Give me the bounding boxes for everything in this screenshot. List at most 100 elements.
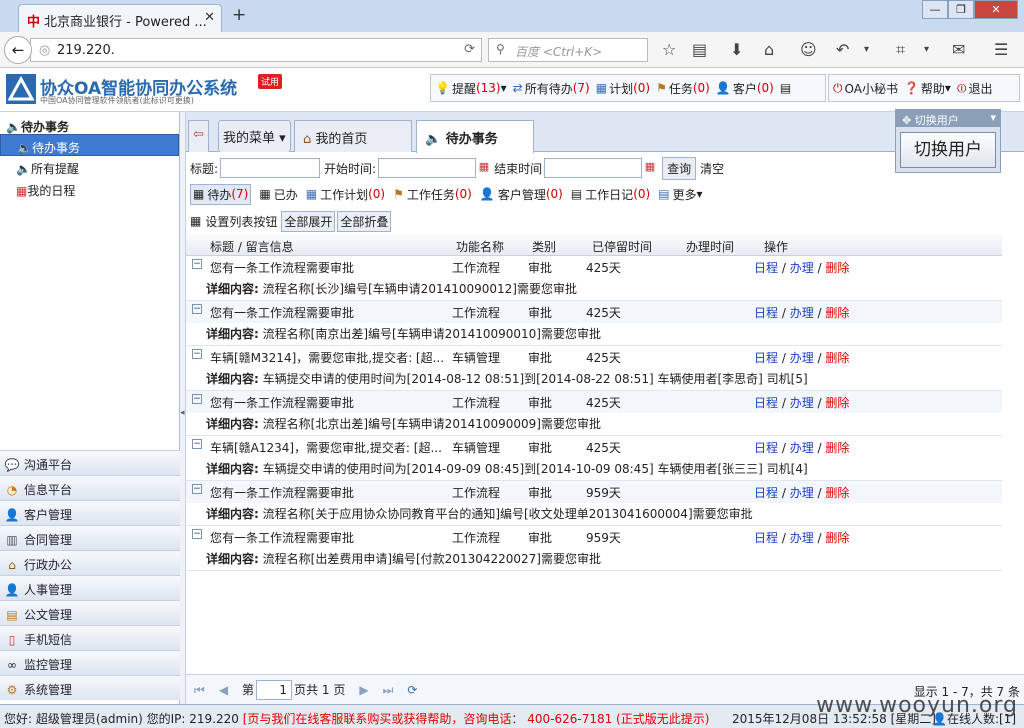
module-information[interactable]: ◔ 信息平台 (0, 475, 180, 500)
back-icon[interactable]: ← (4, 36, 32, 64)
delete-link[interactable]: 删除 (825, 531, 849, 545)
clear-button[interactable]: 清空 (700, 160, 724, 177)
module-monitor[interactable]: ∞ 监控管理 (0, 650, 180, 675)
schedule-link[interactable]: 日程 (754, 396, 778, 410)
end-date-input[interactable]: ▦ (544, 158, 655, 178)
search-input[interactable]: ⚲ 百度 <Ctrl+K> (488, 38, 648, 62)
collapse-toggle-icon[interactable]: − (192, 304, 202, 314)
collapse-toggle-icon[interactable]: − (192, 394, 202, 404)
collapse-toggle-icon[interactable]: − (192, 439, 202, 449)
row-title[interactable]: 您有一条工作流程需要审批 (210, 394, 354, 411)
module-contract[interactable]: ▥ 合同管理 (0, 525, 180, 550)
tab-home[interactable]: ⌂ 我的首页 (294, 120, 412, 152)
collapse-toggle-icon[interactable]: − (192, 259, 202, 269)
collapse-all-button[interactable]: 全部折叠 (337, 210, 392, 232)
row-title[interactable]: 车辆[赣M3214]，需要您审批,提交者: [超... (210, 349, 444, 366)
new-tab-icon[interactable]: + (232, 5, 246, 25)
reload-icon[interactable]: ⟳ (464, 42, 475, 57)
next-page-icon[interactable]: ▶ (359, 684, 368, 696)
remind-button[interactable]: 💡 提醒 (13) ▾ (435, 80, 507, 97)
schedule-link[interactable]: 日程 (754, 261, 778, 275)
delete-link[interactable]: 删除 (825, 486, 849, 500)
delete-link[interactable]: 删除 (825, 261, 849, 275)
pending-button[interactable]: ⇄ 所有待办 (7) (513, 80, 590, 97)
schedule-link[interactable]: 日程 (754, 351, 778, 365)
close-tab-icon[interactable]: ✕ (204, 10, 215, 25)
help-button[interactable]: ❓ 帮助 ▾ (904, 80, 951, 97)
exit-button[interactable]: ⏼ 退出 (957, 80, 993, 97)
tab-back-icon[interactable]: ⇦ (188, 120, 209, 152)
handle-link[interactable]: 办理 (790, 486, 814, 500)
collapse-toggle-icon[interactable]: − (192, 484, 202, 494)
query-button[interactable]: 查询 (662, 156, 697, 180)
handle-link[interactable]: 办理 (790, 396, 814, 410)
sidebar-item-schedule[interactable]: ▦我的日程 (0, 178, 179, 200)
customer-button[interactable]: 👤 客户 (0) (716, 80, 774, 97)
plan-button[interactable]: ▦ 计划 (0) (596, 80, 650, 97)
start-date-input[interactable]: ▦ (378, 158, 489, 178)
subtab-more[interactable]: ▤ 更多 ▾ (658, 186, 702, 203)
subtab-plan[interactable]: ▦ 工作计划 (0) (306, 186, 385, 203)
first-page-icon[interactable]: ⏮ (194, 684, 205, 696)
page-number-input[interactable]: 1 (256, 679, 293, 700)
prev-page-icon[interactable]: ◀ (219, 684, 228, 696)
sidebar-item-todo[interactable]: 🔈待办事务 (0, 134, 179, 156)
module-hr[interactable]: 👤 人事管理 (0, 575, 180, 600)
minimize-icon[interactable]: — (922, 0, 948, 19)
module-customer[interactable]: 👤 客户管理 (0, 500, 180, 525)
secretary-button[interactable]: ⏻ OA小秘书 (833, 80, 898, 97)
module-admin-office[interactable]: ⌂ 行政办公 (0, 550, 180, 575)
title-filter-input[interactable] (220, 158, 321, 178)
bookmark-star-icon[interactable]: ☆ (662, 40, 676, 59)
sidebar-item-reminders[interactable]: 🔈所有提醒 (0, 156, 179, 178)
switch-user-titlebar[interactable]: ✥ 切换用户 ▾ (896, 110, 1000, 127)
module-sms[interactable]: ▯ 手机短信 (0, 625, 180, 650)
expand-all-button[interactable]: 全部展开 (281, 210, 336, 232)
handle-link[interactable]: 办理 (790, 441, 814, 455)
chevron-down-icon[interactable]: ▾ (924, 44, 929, 55)
maximize-icon[interactable]: ❐ (948, 0, 974, 19)
home-icon[interactable]: ⌂ (764, 40, 774, 59)
row-title[interactable]: 您有一条工作流程需要审批 (210, 529, 354, 546)
subtab-task[interactable]: ⚑ 工作任务 (0) (393, 186, 472, 203)
module-documents[interactable]: ▤ 公文管理 (0, 600, 180, 625)
last-page-icon[interactable]: ⏭ (383, 684, 394, 696)
undo-icon[interactable]: ↶ (836, 40, 849, 59)
collapse-toggle-icon[interactable]: − (192, 529, 202, 539)
reading-list-icon[interactable]: ▤ (692, 40, 707, 59)
collapse-arrow-icon[interactable]: ◂ (180, 408, 185, 418)
schedule-link[interactable]: 日程 (754, 306, 778, 320)
tab-todo[interactable]: 🔈 待办事务 (416, 120, 534, 153)
refresh-icon[interactable]: ⟳ (407, 684, 417, 696)
handle-link[interactable]: 办理 (790, 351, 814, 365)
subtab-customer[interactable]: 👤 客户管理 (0) (480, 186, 563, 203)
schedule-link[interactable]: 日程 (754, 441, 778, 455)
schedule-link[interactable]: 日程 (754, 486, 778, 500)
calendar-icon[interactable]: ▦ (645, 161, 655, 172)
schedule-link[interactable]: 日程 (754, 531, 778, 545)
handle-link[interactable]: 办理 (790, 531, 814, 545)
delete-link[interactable]: 删除 (825, 441, 849, 455)
subtab-diary[interactable]: ▤ 工作日记 (0) (571, 186, 650, 203)
tab-my-menu[interactable]: 我的菜单 ▾ (218, 120, 291, 152)
row-title[interactable]: 车辆[赣A1234]，需要您审批,提交者: [超... (210, 439, 442, 456)
delete-link[interactable]: 删除 (825, 306, 849, 320)
row-title[interactable]: 您有一条工作流程需要审批 (210, 259, 354, 276)
row-title[interactable]: 您有一条工作流程需要审批 (210, 304, 354, 321)
subtab-done[interactable]: ▦ 已办 (259, 186, 297, 203)
crop-icon[interactable]: ⌗ (896, 40, 905, 60)
browser-tab[interactable]: 中北京商业银行 - Powered ... ✕ (18, 4, 222, 32)
chat-icon[interactable]: ✉ (952, 40, 965, 59)
collapse-toggle-icon[interactable]: − (192, 349, 202, 359)
handle-link[interactable]: 办理 (790, 306, 814, 320)
menu-icon[interactable]: ☰ (994, 40, 1008, 59)
row-title[interactable]: 您有一条工作流程需要审批 (210, 484, 354, 501)
close-window-icon[interactable]: ✕ (974, 0, 1018, 19)
download-icon[interactable]: ⬇ (730, 40, 743, 59)
set-list-buttons[interactable]: 设置列表按钮 (205, 213, 277, 230)
handle-link[interactable]: 办理 (790, 261, 814, 275)
module-system[interactable]: ⚙ 系统管理 (0, 675, 180, 700)
chevron-down-icon[interactable]: ▾ (990, 111, 996, 124)
url-bar[interactable]: ◎ 219.220. ⟳ (30, 38, 482, 62)
toolbar-more-icon[interactable]: ▤ (780, 81, 791, 95)
